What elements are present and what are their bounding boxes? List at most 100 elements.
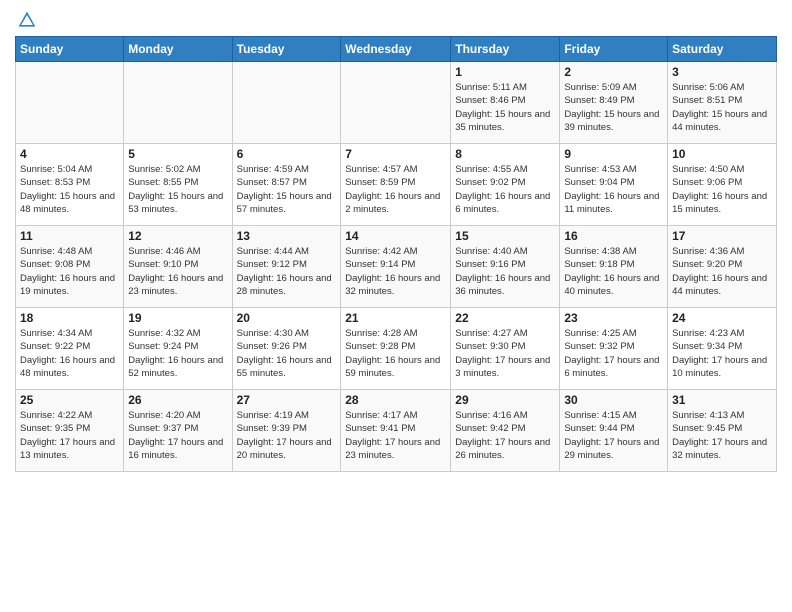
day-number: 13: [237, 229, 337, 243]
day-cell: [232, 62, 341, 144]
day-number: 12: [128, 229, 227, 243]
day-info: Sunrise: 4:23 AM Sunset: 9:34 PM Dayligh…: [672, 327, 772, 380]
day-cell: 31Sunrise: 4:13 AM Sunset: 9:45 PM Dayli…: [668, 390, 777, 472]
day-cell: [341, 62, 451, 144]
day-number: 6: [237, 147, 337, 161]
day-number: 28: [345, 393, 446, 407]
day-number: 17: [672, 229, 772, 243]
day-info: Sunrise: 4:13 AM Sunset: 9:45 PM Dayligh…: [672, 409, 772, 462]
day-number: 22: [455, 311, 555, 325]
day-cell: 9 Sunrise: 4:53 AM Sunset: 9:04 PM Daylig…: [560, 144, 668, 226]
day-cell: 19 Sunrise: 4:32 AM Sunset: 9:24 PM Dayli…: [124, 308, 232, 390]
day-number: 4: [20, 147, 119, 161]
day-number: 1: [455, 65, 555, 79]
day-info: Sunrise: 5:02 AM Sunset: 8:55 PM Dayligh…: [128, 163, 227, 216]
day-number: 24: [672, 311, 772, 325]
day-cell: 20 Sunrise: 4:30 AM Sunset: 9:26 PM Dayli…: [232, 308, 341, 390]
day-info: Sunrise: 4:55 AM Sunset: 9:02 PM Dayligh…: [455, 163, 555, 216]
day-info: Sunrise: 4:32 AM Sunset: 9:24 PM Dayligh…: [128, 327, 227, 380]
day-cell: 16Sunrise: 4:38 AM Sunset: 9:18 PM Dayli…: [560, 226, 668, 308]
day-number: 18: [20, 311, 119, 325]
day-cell: 1 Sunrise: 5:11 AM Sunset: 8:46 PM Daylig…: [451, 62, 560, 144]
day-info: Sunrise: 4:42 AM Sunset: 9:14 PM Dayligh…: [345, 245, 446, 298]
day-cell: 7 Sunrise: 4:57 AM Sunset: 8:59 PM Daylig…: [341, 144, 451, 226]
day-info: Sunrise: 4:46 AM Sunset: 9:10 PM Dayligh…: [128, 245, 227, 298]
day-number: 23: [564, 311, 663, 325]
day-cell: 29Sunrise: 4:16 AM Sunset: 9:42 PM Dayli…: [451, 390, 560, 472]
day-cell: 11Sunrise: 4:48 AM Sunset: 9:08 PM Dayli…: [16, 226, 124, 308]
day-info: Sunrise: 4:38 AM Sunset: 9:18 PM Dayligh…: [564, 245, 663, 298]
day-info: Sunrise: 4:30 AM Sunset: 9:26 PM Dayligh…: [237, 327, 337, 380]
day-number: 25: [20, 393, 119, 407]
day-number: 5: [128, 147, 227, 161]
day-info: Sunrise: 5:09 AM Sunset: 8:49 PM Dayligh…: [564, 81, 663, 134]
header-cell-saturday: Saturday: [668, 37, 777, 62]
day-info: Sunrise: 4:17 AM Sunset: 9:41 PM Dayligh…: [345, 409, 446, 462]
day-info: Sunrise: 4:22 AM Sunset: 9:35 PM Dayligh…: [20, 409, 119, 462]
day-number: 7: [345, 147, 446, 161]
day-number: 14: [345, 229, 446, 243]
day-info: Sunrise: 4:44 AM Sunset: 9:12 PM Dayligh…: [237, 245, 337, 298]
header-cell-wednesday: Wednesday: [341, 37, 451, 62]
header-cell-tuesday: Tuesday: [232, 37, 341, 62]
week-row-1: 4 Sunrise: 5:04 AM Sunset: 8:53 PM Daylig…: [16, 144, 777, 226]
day-info: Sunrise: 4:19 AM Sunset: 9:39 PM Dayligh…: [237, 409, 337, 462]
day-cell: 13 Sunrise: 4:44 AM Sunset: 9:12 PM Dayli…: [232, 226, 341, 308]
day-number: 2: [564, 65, 663, 79]
calendar-table: SundayMondayTuesdayWednesdayThursdayFrid…: [15, 36, 777, 472]
week-row-2: 11Sunrise: 4:48 AM Sunset: 9:08 PM Dayli…: [16, 226, 777, 308]
header-row: SundayMondayTuesdayWednesdayThursdayFrid…: [16, 37, 777, 62]
day-info: Sunrise: 5:04 AM Sunset: 8:53 PM Dayligh…: [20, 163, 119, 216]
day-info: Sunrise: 5:06 AM Sunset: 8:51 PM Dayligh…: [672, 81, 772, 134]
week-row-0: 1 Sunrise: 5:11 AM Sunset: 8:46 PM Daylig…: [16, 62, 777, 144]
day-number: 20: [237, 311, 337, 325]
day-info: Sunrise: 4:16 AM Sunset: 9:42 PM Dayligh…: [455, 409, 555, 462]
day-info: Sunrise: 4:27 AM Sunset: 9:30 PM Dayligh…: [455, 327, 555, 380]
day-cell: 30Sunrise: 4:15 AM Sunset: 9:44 PM Dayli…: [560, 390, 668, 472]
day-cell: 6 Sunrise: 4:59 AM Sunset: 8:57 PM Daylig…: [232, 144, 341, 226]
day-info: Sunrise: 4:53 AM Sunset: 9:04 PM Dayligh…: [564, 163, 663, 216]
day-cell: 14 Sunrise: 4:42 AM Sunset: 9:14 PM Dayli…: [341, 226, 451, 308]
day-cell: 21Sunrise: 4:28 AM Sunset: 9:28 PM Dayli…: [341, 308, 451, 390]
day-info: Sunrise: 4:59 AM Sunset: 8:57 PM Dayligh…: [237, 163, 337, 216]
day-cell: 2 Sunrise: 5:09 AM Sunset: 8:49 PM Daylig…: [560, 62, 668, 144]
day-number: 8: [455, 147, 555, 161]
day-cell: 17 Sunrise: 4:36 AM Sunset: 9:20 PM Dayli…: [668, 226, 777, 308]
day-number: 10: [672, 147, 772, 161]
day-cell: 15 Sunrise: 4:40 AM Sunset: 9:16 PM Dayli…: [451, 226, 560, 308]
day-cell: 12 Sunrise: 4:46 AM Sunset: 9:10 PM Dayli…: [124, 226, 232, 308]
day-number: 19: [128, 311, 227, 325]
week-row-4: 25 Sunrise: 4:22 AM Sunset: 9:35 PM Dayli…: [16, 390, 777, 472]
header-cell-thursday: Thursday: [451, 37, 560, 62]
day-cell: 8 Sunrise: 4:55 AM Sunset: 9:02 PM Daylig…: [451, 144, 560, 226]
header-cell-friday: Friday: [560, 37, 668, 62]
day-cell: 24 Sunrise: 4:23 AM Sunset: 9:34 PM Dayli…: [668, 308, 777, 390]
day-info: Sunrise: 4:20 AM Sunset: 9:37 PM Dayligh…: [128, 409, 227, 462]
day-cell: [124, 62, 232, 144]
day-number: 9: [564, 147, 663, 161]
day-info: Sunrise: 4:15 AM Sunset: 9:44 PM Dayligh…: [564, 409, 663, 462]
logo: [15, 10, 37, 30]
day-info: Sunrise: 4:57 AM Sunset: 8:59 PM Dayligh…: [345, 163, 446, 216]
day-cell: 22 Sunrise: 4:27 AM Sunset: 9:30 PM Dayli…: [451, 308, 560, 390]
day-cell: 27Sunrise: 4:19 AM Sunset: 9:39 PM Dayli…: [232, 390, 341, 472]
day-number: 15: [455, 229, 555, 243]
day-cell: 3 Sunrise: 5:06 AM Sunset: 8:51 PM Daylig…: [668, 62, 777, 144]
page: SundayMondayTuesdayWednesdayThursdayFrid…: [0, 0, 792, 482]
day-info: Sunrise: 4:40 AM Sunset: 9:16 PM Dayligh…: [455, 245, 555, 298]
day-number: 11: [20, 229, 119, 243]
day-number: 3: [672, 65, 772, 79]
day-info: Sunrise: 4:36 AM Sunset: 9:20 PM Dayligh…: [672, 245, 772, 298]
week-row-3: 18Sunrise: 4:34 AM Sunset: 9:22 PM Dayli…: [16, 308, 777, 390]
day-cell: 25 Sunrise: 4:22 AM Sunset: 9:35 PM Dayli…: [16, 390, 124, 472]
day-cell: 28 Sunrise: 4:17 AM Sunset: 9:41 PM Dayli…: [341, 390, 451, 472]
day-info: Sunrise: 5:11 AM Sunset: 8:46 PM Dayligh…: [455, 81, 555, 134]
day-number: 26: [128, 393, 227, 407]
day-cell: 23Sunrise: 4:25 AM Sunset: 9:32 PM Dayli…: [560, 308, 668, 390]
header: [15, 10, 777, 30]
header-cell-monday: Monday: [124, 37, 232, 62]
day-cell: 18Sunrise: 4:34 AM Sunset: 9:22 PM Dayli…: [16, 308, 124, 390]
day-cell: [16, 62, 124, 144]
day-cell: 26 Sunrise: 4:20 AM Sunset: 9:37 PM Dayli…: [124, 390, 232, 472]
day-info: Sunrise: 4:50 AM Sunset: 9:06 PM Dayligh…: [672, 163, 772, 216]
